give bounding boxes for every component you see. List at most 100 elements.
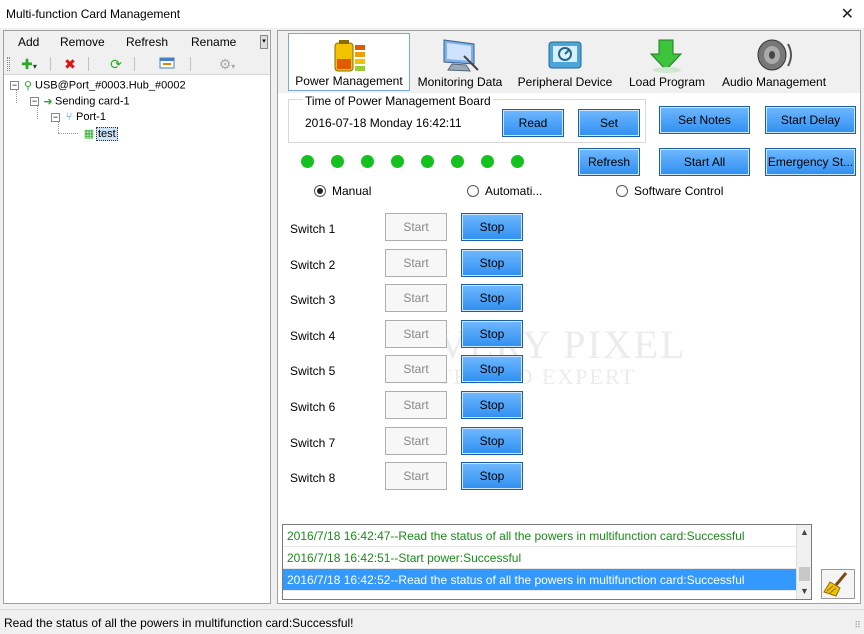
tab-monitoring-data[interactable]: Monitoring Data (414, 33, 506, 91)
arrow-right-icon: ➜ (43, 96, 53, 108)
switch-label: Switch 8 (290, 471, 336, 486)
refresh-button[interactable]: Refresh (578, 148, 640, 176)
scroll-down-icon[interactable]: ▼ (797, 584, 812, 599)
switch-label: Switch 7 (290, 435, 336, 450)
collapse-icon[interactable]: − (51, 112, 60, 122)
power-led-icon (421, 155, 434, 168)
monitor-icon (443, 39, 479, 72)
switch-stop-button[interactable]: Stop (461, 213, 523, 241)
menu-add[interactable]: Add (18, 35, 39, 49)
collapse-icon[interactable]: − (30, 97, 39, 106)
status-bar: Read the status of all the powers in mul… (0, 609, 864, 634)
tab-label: Peripheral Device (517, 75, 613, 89)
menu-overflow-icon[interactable]: ▾ (260, 35, 268, 49)
start-all-button[interactable]: Start All (659, 148, 750, 176)
download-arrow-icon (649, 39, 683, 73)
switch-label: Switch 2 (290, 257, 336, 272)
switch-start-button[interactable]: Start (385, 213, 447, 241)
mode-manual-radio[interactable]: Manual (314, 183, 371, 198)
scroll-up-icon[interactable]: ▲ (797, 525, 812, 540)
rename-icon[interactable] (158, 56, 176, 72)
tab-power-management[interactable]: Power Management (288, 33, 410, 91)
collapse-icon[interactable]: − (10, 81, 19, 90)
tree-node-card[interactable]: ▦ test (82, 126, 118, 143)
switch-start-button[interactable]: Start (385, 391, 447, 419)
switch-label: Switch 5 (290, 364, 336, 379)
tree-node-sending-card[interactable]: − ➜ Sending card-1 (30, 95, 130, 111)
tab-bar: Power Management Monitoring Data Periphe… (278, 31, 860, 93)
card-icon: ▦ (83, 128, 95, 140)
switch-stop-button[interactable]: Stop (461, 426, 523, 455)
mode-automatic-radio[interactable]: Automati... (467, 183, 542, 198)
log-entry[interactable]: 2016/7/18 16:42:47--Read the status of a… (283, 525, 797, 547)
left-panel: Add Remove Refresh Rename ▾ ✚▾ ✖ ⟳ ⚙▾ − ⚲… (3, 30, 271, 604)
menu-refresh[interactable]: Refresh (126, 35, 168, 49)
status-text: Read the status of all the powers in mul… (4, 616, 354, 630)
emergency-stop-button[interactable]: Emergency St... (765, 148, 856, 176)
log-entry[interactable]: 2016/7/18 16:42:51--Start power:Successf… (283, 547, 797, 569)
refresh-icon[interactable]: ⟳ (108, 56, 124, 72)
tab-label: Power Management (295, 74, 403, 88)
board-time-value: 2016-07-18 Monday 16:42:11 (305, 116, 462, 130)
resize-grip-icon[interactable]: ⠿ (854, 620, 861, 631)
log-scrollbar[interactable]: ▲ ▼ (796, 525, 811, 599)
switch-stop-button[interactable]: Stop (461, 319, 523, 348)
tab-label: Load Program (628, 75, 706, 89)
radio-checked-icon (314, 184, 326, 197)
tab-audio-management[interactable]: Audio Management (714, 33, 834, 91)
switch-start-button[interactable]: Start (385, 462, 447, 491)
scroll-thumb[interactable] (799, 567, 810, 581)
battery-icon (334, 40, 365, 72)
read-button[interactable]: Read (502, 109, 564, 137)
log-entry-selected[interactable]: 2016/7/18 16:42:52--Read the status of a… (283, 569, 797, 591)
close-icon[interactable]: ✕ (841, 4, 854, 24)
power-led-icon (511, 155, 524, 168)
mode-software-control-radio[interactable]: Software Control (616, 183, 723, 198)
power-led-icon (481, 155, 494, 168)
switch-start-button[interactable]: Start (385, 248, 447, 277)
tab-load-program[interactable]: Load Program (624, 33, 710, 91)
switch-label: Switch 6 (290, 400, 336, 414)
switch-start-button[interactable]: Start (385, 284, 447, 313)
window-title: Multi-function Card Management (6, 7, 181, 21)
start-delay-button[interactable]: Start Delay (765, 106, 856, 134)
tree-node-port[interactable]: − ⑂ Port-1 (51, 111, 106, 127)
title-bar: Multi-function Card Management ✕ (0, 0, 864, 28)
set-button[interactable]: Set (578, 109, 640, 137)
switch-label: Switch 1 (290, 222, 336, 236)
usb-icon: ⚲ (23, 80, 33, 92)
settings-gear-icon[interactable]: ⚙▾ (212, 56, 242, 72)
log-list[interactable]: 2016/7/18 16:42:47--Read the status of a… (282, 524, 812, 600)
broom-icon (823, 572, 848, 597)
menu-remove[interactable]: Remove (60, 35, 105, 49)
switch-stop-button[interactable]: Stop (461, 462, 523, 491)
switch-start-button[interactable]: Start (385, 355, 447, 384)
switch-stop-button[interactable]: Stop (461, 248, 523, 277)
tab-label: Monitoring Data (417, 75, 503, 89)
device-icon (548, 41, 582, 69)
tab-label: Audio Management (721, 75, 827, 89)
switch-start-button[interactable]: Start (385, 426, 447, 455)
clear-log-button[interactable] (821, 569, 855, 599)
switch-label: Switch 4 (290, 328, 336, 343)
delete-icon[interactable]: ✖ (62, 56, 78, 72)
menu-bar: Add Remove Refresh Rename ▾ (4, 31, 270, 53)
set-notes-button[interactable]: Set Notes (659, 106, 750, 134)
switch-stop-button[interactable]: Stop (461, 391, 523, 419)
radio-unchecked-icon (616, 184, 628, 197)
radio-unchecked-icon (467, 184, 479, 197)
switch-start-button[interactable]: Start (385, 319, 447, 348)
speaker-icon (757, 39, 792, 71)
switch-label: Switch 3 (290, 293, 336, 308)
switch-stop-button[interactable]: Stop (461, 284, 523, 313)
tab-peripheral-device[interactable]: Peripheral Device (512, 33, 618, 91)
tree-node-usb-port[interactable]: − ⚲ USB@Port_#0003.Hub_#0002 (10, 79, 186, 95)
switch-stop-button[interactable]: Stop (461, 355, 523, 384)
menu-rename[interactable]: Rename (191, 35, 236, 49)
power-led-icon (361, 155, 374, 168)
network-port-icon: ⑂ (65, 111, 73, 124)
toolbar-grip (7, 57, 10, 71)
tree-toolbar: ✚▾ ✖ ⟳ ⚙▾ (4, 53, 270, 75)
power-led-icon (451, 155, 464, 168)
add-icon[interactable]: ✚▾ (16, 56, 42, 72)
